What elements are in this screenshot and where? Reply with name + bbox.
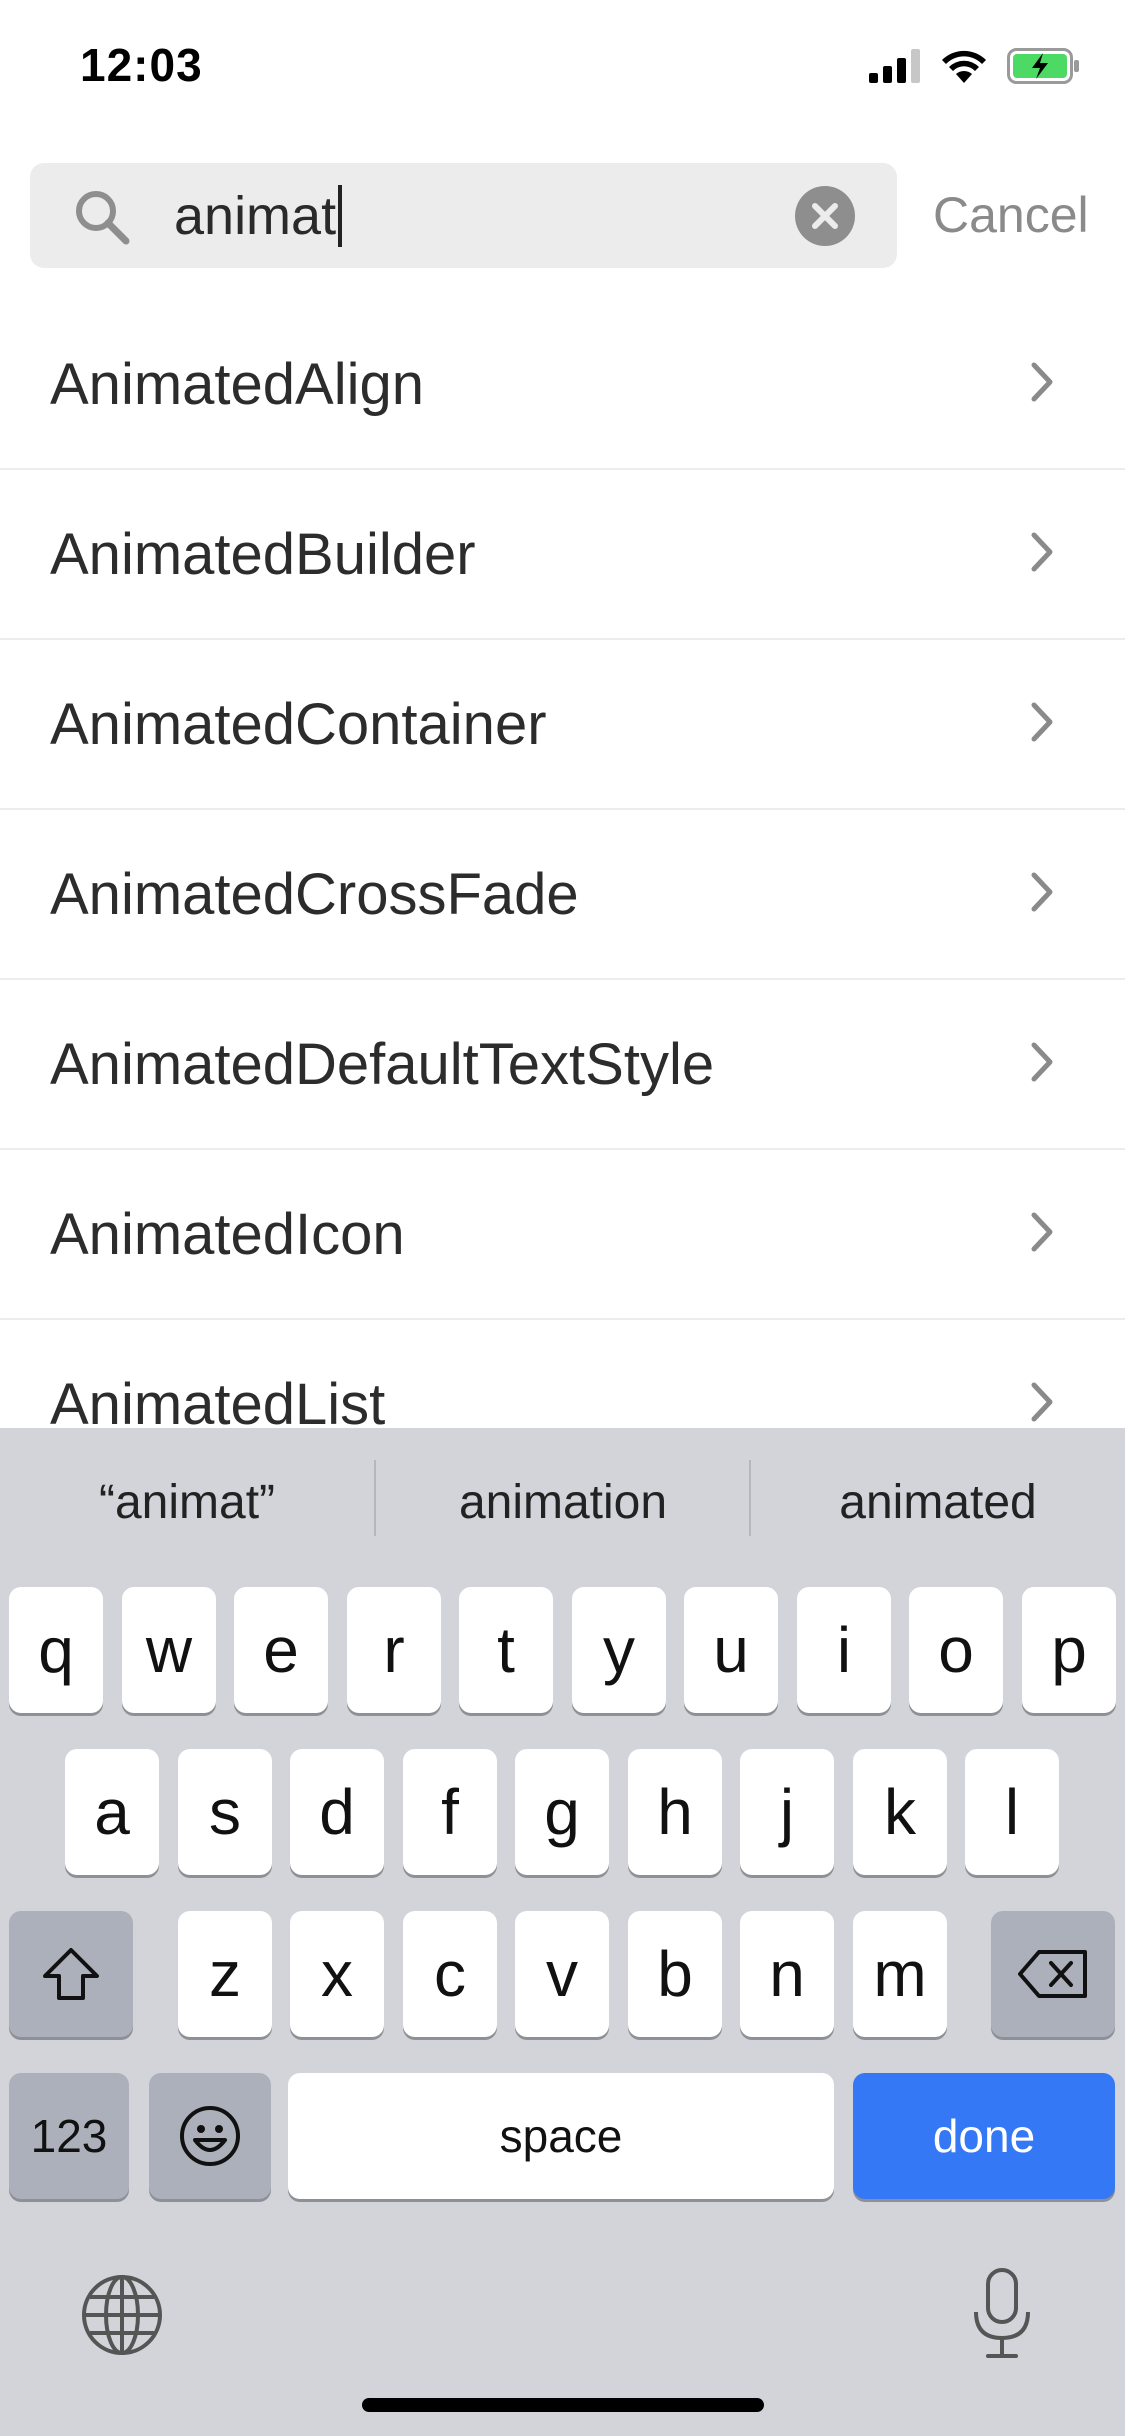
shift-icon <box>43 1948 99 2000</box>
suggestion-item[interactable]: animated <box>751 1428 1125 1578</box>
key-f[interactable]: f <box>403 1749 497 1875</box>
done-key[interactable]: done <box>853 2073 1115 2199</box>
key-z[interactable]: z <box>178 1911 272 2037</box>
key-o[interactable]: o <box>909 1587 1003 1713</box>
search-input[interactable]: animat <box>174 181 343 251</box>
key-v[interactable]: v <box>515 1911 609 2037</box>
list-item[interactable]: AnimatedIcon <box>0 1150 1125 1320</box>
microphone-icon[interactable] <box>970 2266 1034 2362</box>
status-time: 12:03 <box>80 39 203 91</box>
key-h[interactable]: h <box>628 1749 722 1875</box>
chevron-right-icon <box>1031 362 1053 402</box>
list-item-label: AnimatedContainer <box>50 691 547 757</box>
suggestion-item[interactable]: animation <box>376 1428 750 1578</box>
list-item[interactable]: AnimatedBuilder <box>0 470 1125 640</box>
key-e[interactable]: e <box>234 1587 328 1713</box>
key-t[interactable]: t <box>459 1587 553 1713</box>
list-item-label: AnimatedCrossFade <box>50 861 579 927</box>
keyboard: “animat” animation animated q w e r t y … <box>0 1428 1125 2436</box>
numbers-key[interactable]: 123 <box>9 2073 129 2199</box>
key-x[interactable]: x <box>290 1911 384 2037</box>
chevron-right-icon <box>1031 1042 1053 1082</box>
list-item-label: AnimatedIcon <box>50 1201 405 1267</box>
key-j[interactable]: j <box>740 1749 834 1875</box>
emoji-key[interactable] <box>149 2073 271 2199</box>
list-item[interactable]: AnimatedContainer <box>0 640 1125 810</box>
globe-icon[interactable] <box>80 2273 164 2357</box>
chevron-right-icon <box>1031 1382 1053 1422</box>
list-item-label: AnimatedDefaultTextStyle <box>50 1031 715 1097</box>
key-k[interactable]: k <box>853 1749 947 1875</box>
key-r[interactable]: r <box>347 1587 441 1713</box>
clear-search-icon[interactable] <box>794 185 856 247</box>
emoji-icon <box>180 2106 240 2166</box>
delete-key[interactable] <box>991 1911 1115 2037</box>
key-s[interactable]: s <box>178 1749 272 1875</box>
key-g[interactable]: g <box>515 1749 609 1875</box>
status-bar: 12:03 <box>0 0 1125 140</box>
list-item[interactable]: AnimatedCrossFade <box>0 810 1125 980</box>
chevron-right-icon <box>1031 872 1053 912</box>
status-icons <box>869 48 1081 84</box>
search-input-text: animat <box>174 186 337 246</box>
key-i[interactable]: i <box>797 1587 891 1713</box>
key-w[interactable]: w <box>122 1587 216 1713</box>
key-q[interactable]: q <box>9 1587 103 1713</box>
suggestion-bar: “animat” animation animated <box>0 1428 1125 1578</box>
key-y[interactable]: y <box>572 1587 666 1713</box>
wifi-icon <box>942 50 986 83</box>
space-key[interactable]: space <box>288 2073 834 2199</box>
suggestion-item[interactable]: “animat” <box>0 1428 374 1578</box>
key-m[interactable]: m <box>853 1911 947 2037</box>
key-p[interactable]: p <box>1022 1587 1116 1713</box>
home-indicator[interactable] <box>362 2398 764 2412</box>
backspace-icon <box>1018 1950 1087 1998</box>
search-bar[interactable]: animat <box>30 163 897 268</box>
cellular-signal-icon <box>869 49 920 83</box>
key-c[interactable]: c <box>403 1911 497 2037</box>
chevron-right-icon <box>1031 1212 1053 1252</box>
list-item[interactable]: AnimatedAlign <box>0 300 1125 470</box>
key-n[interactable]: n <box>740 1911 834 2037</box>
text-cursor <box>338 185 343 247</box>
key-a[interactable]: a <box>65 1749 159 1875</box>
chevron-right-icon <box>1031 702 1053 742</box>
search-icon <box>76 191 130 245</box>
list-item[interactable]: AnimatedDefaultTextStyle <box>0 980 1125 1150</box>
key-b[interactable]: b <box>628 1911 722 2037</box>
battery-charging-icon <box>1007 48 1079 84</box>
shift-key[interactable] <box>9 1911 133 2037</box>
chevron-right-icon <box>1031 532 1053 572</box>
key-d[interactable]: d <box>290 1749 384 1875</box>
key-l[interactable]: l <box>965 1749 1059 1875</box>
list-item-label: AnimatedBuilder <box>50 521 476 587</box>
cancel-button[interactable]: Cancel <box>933 180 1089 250</box>
list-item-label: AnimatedAlign <box>50 351 424 417</box>
key-u[interactable]: u <box>684 1587 778 1713</box>
results-list: AnimatedAlign AnimatedBuilder AnimatedCo… <box>0 300 1125 1490</box>
